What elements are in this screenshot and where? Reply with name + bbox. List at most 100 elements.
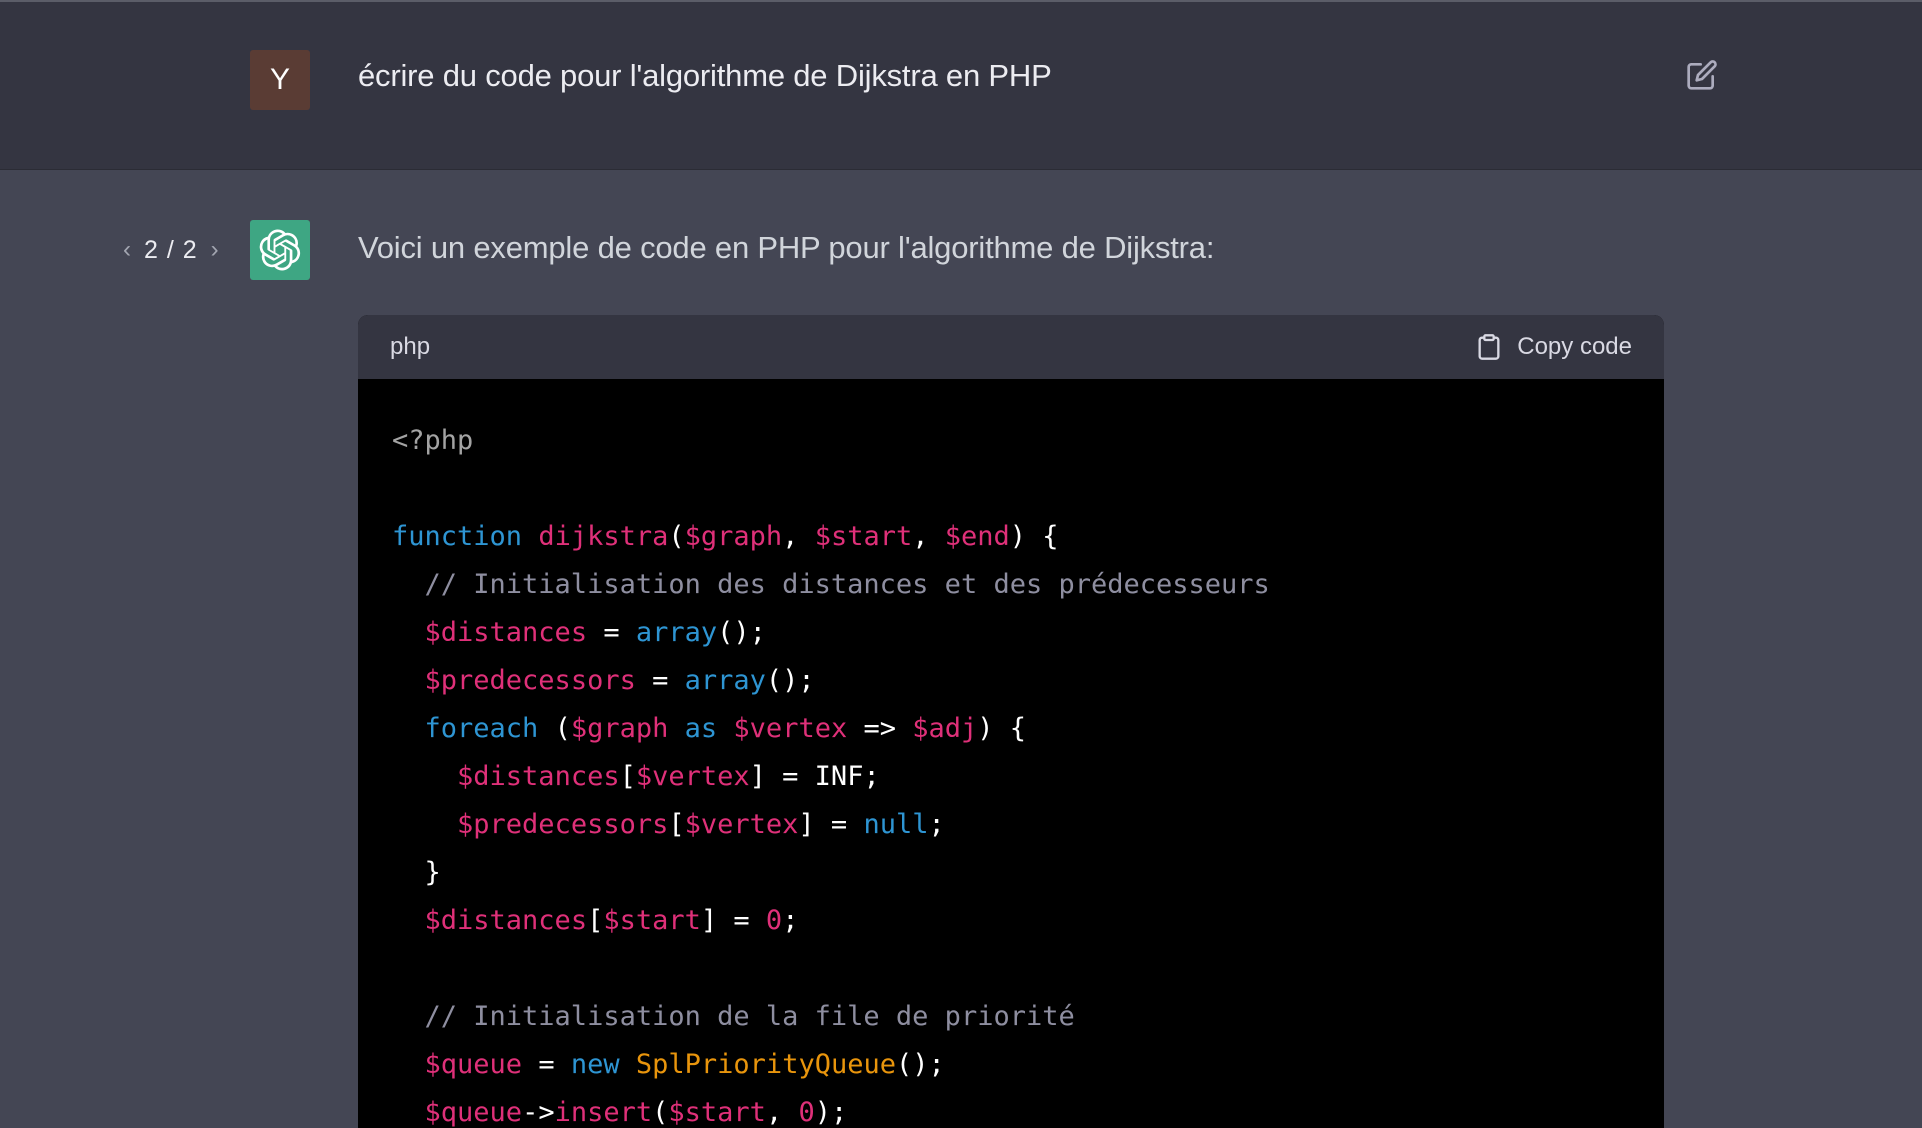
code-token: (); [717, 617, 766, 648]
code-token: , [782, 521, 815, 552]
code-token: (); [895, 1049, 945, 1080]
code-token: $distances [457, 761, 620, 792]
code-token: [ [587, 905, 604, 936]
code-line: } [392, 849, 1630, 897]
code-token: <?php [392, 425, 474, 456]
code-token: insert [554, 1097, 653, 1128]
edit-icon[interactable] [1686, 59, 1718, 91]
code-token: $start [603, 905, 701, 936]
code-token: [ [668, 809, 685, 840]
code-line: foreach ($graph as $vertex => $adj) { [392, 705, 1630, 753]
code-token: ) { [1009, 521, 1059, 552]
chevron-right-icon[interactable]: › [208, 234, 222, 266]
code-token: array [684, 665, 766, 696]
code-line: $distances[$start] = 0; [392, 897, 1630, 945]
code-token: function [392, 521, 523, 552]
code-token: ] = INF; [749, 761, 880, 792]
code-token: // Initialisation de la file de priorité [392, 1001, 1075, 1032]
code-token: $distances [424, 905, 588, 936]
user-message-text: écrire du code pour l'algorithme de Dijk… [358, 58, 1052, 93]
code-token: , [765, 1097, 799, 1128]
code-token: $graph [570, 713, 669, 744]
user-avatar: Y [250, 50, 310, 110]
code-token: ( [668, 521, 685, 552]
copy-code-button[interactable]: Copy code [1475, 331, 1632, 363]
code-line: function dijkstra($graph, $start, $end) … [392, 513, 1630, 561]
code-token: ( [538, 713, 571, 744]
code-token: foreach [424, 713, 539, 744]
code-line: // Initialisation des distances et des p… [392, 561, 1630, 609]
assistant-intro-text: Voici un exemple de code en PHP pour l'a… [358, 230, 1215, 265]
code-token: $distances [424, 617, 588, 648]
code-token: $predecessors [457, 809, 669, 840]
code-block-header: php Copy code [358, 315, 1664, 379]
code-line: $queue->insert($start, 0); [392, 1089, 1630, 1128]
code-token: ; [782, 905, 799, 936]
code-token: ); [814, 1097, 848, 1128]
clipboard-icon [1478, 334, 1500, 360]
code-token: dijkstra [538, 521, 669, 552]
code-token: ] = [798, 809, 864, 840]
assistant-message-row: ‹ 2 / 2 › Voici un exemple de code en PH… [0, 170, 1922, 1128]
code-line: <?php [392, 417, 1630, 465]
code-token: null [863, 809, 929, 840]
code-token: $vertex [733, 713, 848, 744]
code-token: $queue [424, 1049, 523, 1080]
code-token: = [522, 1049, 571, 1080]
code-line: $predecessors = array(); [392, 657, 1630, 705]
code-token: $predecessors [424, 665, 636, 696]
pager-count: 2 / 2 [144, 235, 198, 264]
code-line: $distances[$vertex] = INF; [392, 753, 1630, 801]
response-pager: ‹ 2 / 2 › [120, 234, 222, 266]
code-line: $distances = array(); [392, 609, 1630, 657]
code-token: new [570, 1049, 620, 1080]
code-token: ] = [700, 905, 766, 936]
chat-page: Y écrire du code pour l'algorithme de Di… [0, 0, 1922, 1128]
code-token: = [635, 665, 685, 696]
code-token: } [392, 857, 441, 888]
code-token: $vertex [635, 761, 750, 792]
code-token: = [587, 617, 636, 648]
code-token: ; [928, 809, 945, 840]
code-token: as [684, 713, 718, 744]
code-token: => [847, 713, 913, 744]
code-token: -> [522, 1097, 555, 1128]
code-token: 0 [798, 1097, 815, 1128]
code-token: $graph [684, 521, 783, 552]
code-token: ( [652, 1097, 669, 1128]
user-message-row: Y écrire du code pour l'algorithme de Di… [0, 0, 1922, 170]
code-language-label: php [390, 333, 431, 360]
code-token: $vertex [684, 809, 799, 840]
code-token: (); [765, 665, 815, 696]
code-line: // Initialisation de la file de priorité [392, 993, 1630, 1041]
code-token: // Initialisation des distances et des p… [392, 569, 1270, 600]
code-token: [ [619, 761, 636, 792]
code-token: SplPriorityQueue [635, 1049, 896, 1080]
openai-logo-icon [250, 220, 310, 280]
code-token: $start [814, 521, 913, 552]
code-token: 0 [765, 905, 783, 936]
code-token: , [912, 521, 945, 552]
code-block: php Copy code <?php function dijkstra($gr… [358, 315, 1664, 1128]
code-body: <?php function dijkstra($graph, $start, $… [358, 379, 1664, 1128]
code-token: $queue [424, 1097, 523, 1128]
code-line: $queue = new SplPriorityQueue(); [392, 1041, 1630, 1089]
code-token: $start [668, 1097, 766, 1128]
chevron-left-icon[interactable]: ‹ [120, 234, 134, 266]
code-token: array [635, 617, 718, 648]
copy-code-label: Copy code [1517, 333, 1632, 360]
code-line: $predecessors[$vertex] = null; [392, 801, 1630, 849]
